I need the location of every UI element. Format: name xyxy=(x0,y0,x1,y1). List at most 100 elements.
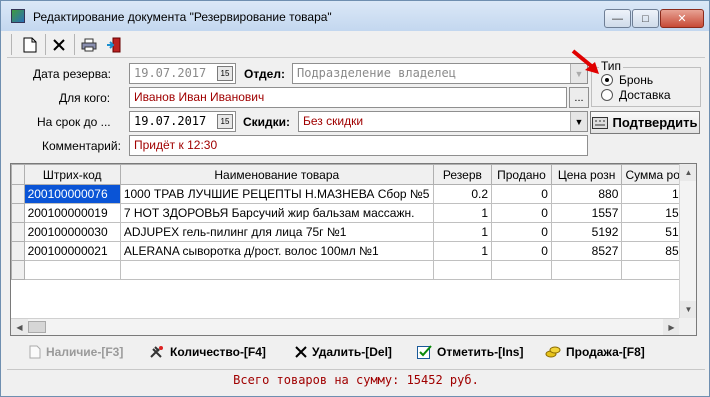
confirm-button[interactable]: Подтвердить xyxy=(590,111,700,134)
document-icon xyxy=(29,345,41,359)
browse-button[interactable]: ... xyxy=(569,87,589,108)
dept-value: Подразделение владелец xyxy=(297,66,456,80)
for-whom-field[interactable]: Иванов Иван Иванович xyxy=(129,87,567,108)
cell-reserve[interactable]: 1 xyxy=(432,241,493,261)
discount-value: Без скидки xyxy=(303,114,364,128)
mark-button[interactable]: Отметить-[Ins] xyxy=(417,345,523,359)
radio-selected-icon xyxy=(601,74,613,86)
type-option-delivery-label: Доставка xyxy=(619,88,671,102)
quantity-label: Количество-[F4] xyxy=(170,345,266,359)
row-indicator[interactable] xyxy=(11,203,25,223)
cell-empty[interactable] xyxy=(550,260,623,280)
scroll-left-icon[interactable]: ◀ xyxy=(11,319,28,335)
cell-barcode[interactable]: 200100000076 xyxy=(23,184,121,204)
table-row[interactable]: 200100000019 7 НОТ ЗДОРОВЬЯ Барсучий жир… xyxy=(11,203,696,223)
cell-price[interactable]: 8527 xyxy=(550,241,623,261)
cell-name[interactable]: ADJUPEX гель-пилинг для лица 75г №1 xyxy=(119,222,434,242)
minimize-button[interactable]: — xyxy=(604,9,631,28)
sale-label: Продажа-[F8] xyxy=(566,345,645,359)
cell-reserve[interactable]: 1 xyxy=(432,203,493,223)
cell-sold[interactable]: 0 xyxy=(491,203,552,223)
cell-sold[interactable]: 0 xyxy=(491,184,552,204)
coins-icon xyxy=(545,346,561,358)
cell-reserve[interactable]: 1 xyxy=(432,222,493,242)
reserve-date-calendar-icon[interactable]: 15 xyxy=(217,66,233,81)
type-option-booking[interactable]: Бронь xyxy=(601,73,653,87)
horizontal-scroll-thumb[interactable] xyxy=(28,321,46,333)
items-table: Штрих-код Наименование товара Резерв Про… xyxy=(11,164,696,280)
scroll-down-icon[interactable]: ▼ xyxy=(680,301,696,318)
delete-icon[interactable] xyxy=(48,34,70,55)
cell-price[interactable]: 1557 xyxy=(550,203,623,223)
scroll-corner xyxy=(679,318,696,335)
cell-empty[interactable] xyxy=(432,260,493,280)
type-option-booking-label: Бронь xyxy=(619,73,654,87)
col-header-sold[interactable]: Продано xyxy=(491,164,552,185)
dept-label: Отдел: xyxy=(244,67,285,81)
for-whom-value: Иванов Иван Иванович xyxy=(134,90,265,104)
sale-button[interactable]: Продажа-[F8] xyxy=(545,345,645,359)
row-indicator[interactable] xyxy=(11,260,25,280)
edit-check-icon xyxy=(417,345,432,359)
cell-name[interactable]: 7 НОТ ЗДОРОВЬЯ Барсучий жир бальзам масс… xyxy=(119,203,434,223)
row-indicator[interactable] xyxy=(11,222,25,242)
dept-select[interactable]: Подразделение владелец xyxy=(292,63,588,84)
discount-dropdown-icon[interactable]: ▼ xyxy=(570,112,587,131)
cell-sold[interactable]: 0 xyxy=(491,222,552,242)
reserve-date-label: Дата резерва: xyxy=(33,67,111,81)
cell-price[interactable]: 880 xyxy=(550,184,623,204)
cell-name[interactable]: ALERANA сыворотка д/рост. волос 100мл №1 xyxy=(119,241,434,261)
delete-x-icon xyxy=(295,346,307,358)
cell-empty[interactable] xyxy=(119,260,434,280)
exit-door-icon[interactable] xyxy=(103,34,125,55)
delete-row-button[interactable]: Удалить-[Del] xyxy=(295,345,392,359)
cell-barcode[interactable]: 200100000030 xyxy=(23,222,121,242)
tools-icon xyxy=(150,346,163,358)
horizontal-scrollbar[interactable]: ◀ ▶ xyxy=(11,318,680,335)
toolbar-separator xyxy=(11,34,12,55)
table-row-empty[interactable] xyxy=(11,260,696,280)
scroll-up-icon[interactable]: ▲ xyxy=(680,164,696,181)
for-whom-label: Для кого: xyxy=(59,91,111,105)
table-header-row: Штрих-код Наименование товара Резерв Про… xyxy=(11,164,696,185)
col-header-barcode[interactable]: Штрих-код xyxy=(23,164,121,185)
cell-empty[interactable] xyxy=(23,260,121,280)
vertical-scrollbar[interactable]: ▲ ▼ xyxy=(679,164,696,318)
document-window: Редактирование документа "Резервирование… xyxy=(0,0,710,397)
close-button[interactable]: ✕ xyxy=(660,9,704,28)
mark-label: Отметить-[Ins] xyxy=(437,345,524,359)
availability-button[interactable]: Наличие-[F3] xyxy=(29,345,123,359)
comment-field[interactable]: Придёт к 12:30 xyxy=(129,135,588,156)
toolbar-separator xyxy=(74,34,75,55)
red-arrow-icon xyxy=(571,49,599,74)
total-sum-text: Всего товаров на сумму: 15452 руб. xyxy=(233,373,479,387)
col-header-name[interactable]: Наименование товара xyxy=(119,164,434,185)
scroll-right-icon[interactable]: ▶ xyxy=(663,319,680,335)
discount-select[interactable]: Без скидки xyxy=(298,111,588,132)
print-icon[interactable] xyxy=(78,34,100,55)
new-document-icon[interactable] xyxy=(19,34,41,55)
action-bar: Наличие-[F3] Количество-[F4] Удалить-[De… xyxy=(7,341,705,367)
comment-value: Придёт к 12:30 xyxy=(134,138,218,152)
window-title: Редактирование документа "Резервирование… xyxy=(33,10,332,24)
cell-barcode[interactable]: 200100000019 xyxy=(23,203,121,223)
cell-reserve[interactable]: 0.2 xyxy=(432,184,493,204)
type-group-title: Тип xyxy=(599,59,624,73)
cell-name[interactable]: 1000 ТРАВ ЛУЧШИЕ РЕЦЕПТЫ Н.МАЗНЕВА Сбор … xyxy=(119,184,434,204)
col-header-reserve[interactable]: Резерв xyxy=(432,164,493,185)
table-row[interactable]: 200100000076 1000 ТРАВ ЛУЧШИЕ РЕЦЕПТЫ Н.… xyxy=(11,184,696,204)
cell-sold[interactable]: 0 xyxy=(491,241,552,261)
row-indicator[interactable] xyxy=(11,241,25,261)
toolbar-separator xyxy=(45,34,46,55)
table-row[interactable]: 200100000030 ADJUPEX гель-пилинг для лиц… xyxy=(11,222,696,242)
cell-empty[interactable] xyxy=(491,260,552,280)
quantity-button[interactable]: Количество-[F4] xyxy=(149,345,266,359)
table-row[interactable]: 200100000021 ALERANA сыворотка д/рост. в… xyxy=(11,241,696,261)
type-option-delivery[interactable]: Доставка xyxy=(601,88,671,102)
col-header-price[interactable]: Цена розн xyxy=(550,164,623,185)
maximize-button[interactable]: □ xyxy=(632,9,659,28)
cell-barcode[interactable]: 200100000021 xyxy=(23,241,121,261)
due-date-calendar-icon[interactable]: 15 xyxy=(217,114,233,129)
row-indicator[interactable] xyxy=(11,184,25,204)
cell-price[interactable]: 5192 xyxy=(550,222,623,242)
